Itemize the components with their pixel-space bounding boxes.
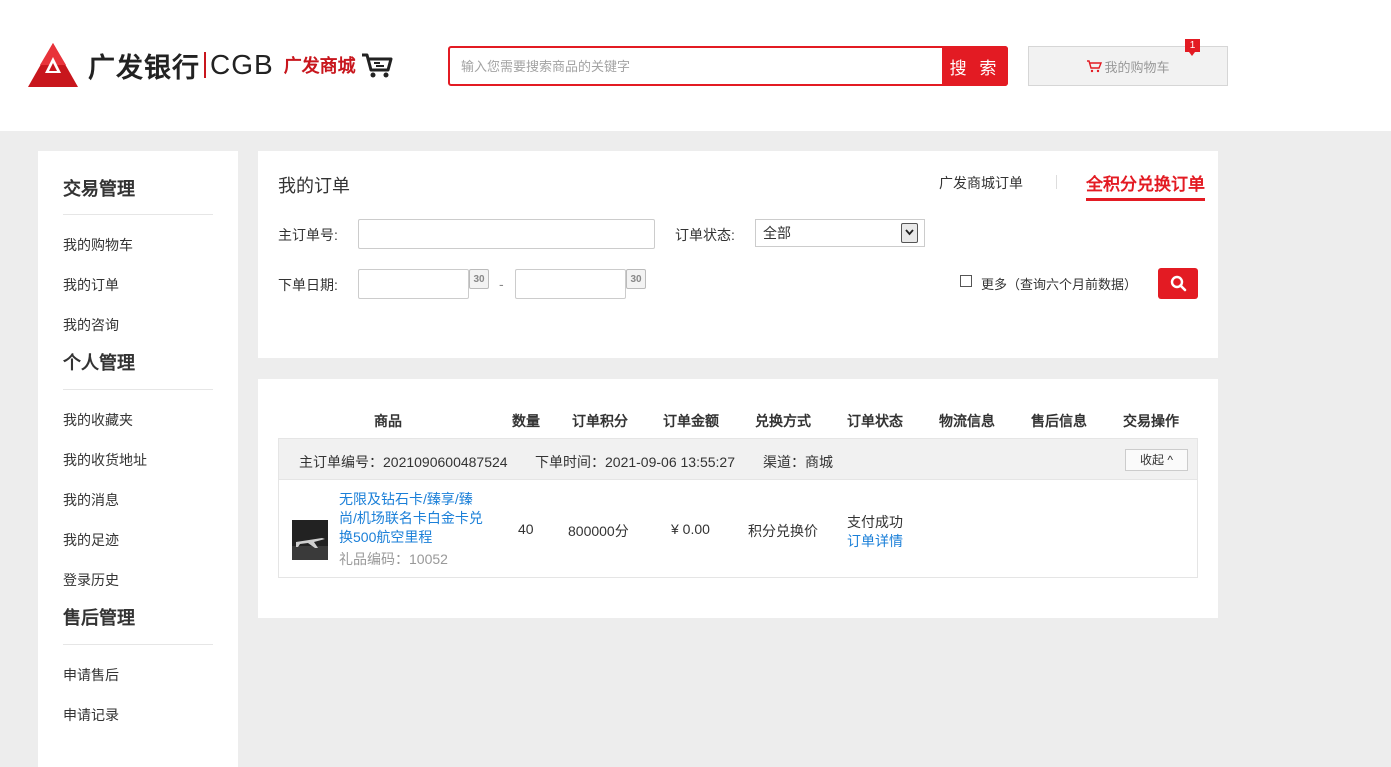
order-list-panel: 商品 数量 订单积分 订单金额 兑换方式 订单状态 物流信息 售后信息 交易操作… <box>258 379 1218 618</box>
sidebar-item-apply-records[interactable]: 申请记录 <box>63 695 213 735</box>
order-item-row: 无限及钻石卡/臻享/臻尚/机场联名卡白金卡兑换500航空里程 礼品编码：1005… <box>278 480 1198 578</box>
sidebar-item-cart[interactable]: 我的购物车 <box>63 225 213 265</box>
sidebar-group-title: 交易管理 <box>63 151 213 215</box>
cart-icon <box>1087 60 1103 73</box>
col-header-points: 订单积分 <box>572 413 628 429</box>
col-header-amount: 订单金额 <box>663 413 719 429</box>
date-end-input[interactable] <box>515 269 626 299</box>
more-data-label: 更多（查询六个月前数据） <box>981 277 1138 292</box>
search-input[interactable] <box>450 48 942 84</box>
search-icon <box>1170 275 1186 292</box>
sidebar-item-orders[interactable]: 我的订单 <box>63 265 213 305</box>
col-header-method: 兑换方式 <box>755 413 811 429</box>
calendar-icon[interactable]: 30 <box>626 269 646 289</box>
col-header-product: 商品 <box>374 413 402 429</box>
col-header-aftersale: 售后信息 <box>1031 413 1087 429</box>
order-header-row: 主订单编号：2021090600487524 下单时间：2021-09-06 1… <box>278 438 1198 480</box>
order-no-input[interactable] <box>358 219 655 249</box>
tab-divider <box>1056 175 1057 189</box>
page-title: 我的订单 <box>278 176 350 196</box>
product-thumbnail[interactable] <box>292 520 328 560</box>
sidebar-item-footprint[interactable]: 我的足迹 <box>63 520 213 560</box>
col-header-logistics: 物流信息 <box>939 413 995 429</box>
sidebar: 交易管理 我的购物车 我的订单 我的咨询 个人管理 我的收藏夹 我的收货地址 我… <box>38 151 238 767</box>
order-date-label: 下单日期: <box>278 277 338 293</box>
logo-mall-name: 广发商城 <box>283 56 356 76</box>
order-number: 主订单编号：2021090600487524 <box>299 454 508 470</box>
sidebar-group-aftersale: 售后管理 申请售后 申请记录 <box>63 600 213 735</box>
col-header-actions: 交易操作 <box>1123 413 1179 429</box>
sidebar-item-messages[interactable]: 我的消息 <box>63 480 213 520</box>
order-status-select[interactable]: 全部 <box>755 219 925 247</box>
cart-count-badge: 1 <box>1185 39 1200 56</box>
logo-bank-name: 广发银行 <box>88 52 200 83</box>
sidebar-group-title: 售后管理 <box>63 600 213 645</box>
tab-points-orders[interactable]: 全积分兑换订单 <box>1086 170 1205 201</box>
product-name-link[interactable]: 无限及钻石卡/臻享/臻尚/机场联名卡白金卡兑换500航空里程 <box>339 490 487 547</box>
sidebar-group-trade: 交易管理 我的购物车 我的订单 我的咨询 <box>63 151 213 345</box>
more-data-checkbox[interactable] <box>960 275 972 287</box>
cgb-logo-icon <box>28 43 78 87</box>
item-points: 800000分 <box>568 523 629 539</box>
sidebar-item-apply-aftersale[interactable]: 申请售后 <box>63 655 213 695</box>
chevron-down-icon <box>901 223 918 243</box>
mall-cart-icon <box>361 53 393 78</box>
order-detail-link[interactable]: 订单详情 <box>847 531 903 551</box>
order-status-value: 全部 <box>763 225 791 241</box>
site-header: 广发银行 CGB 广发商城 搜 索 我的购物车 1 <box>0 0 1391 131</box>
sidebar-item-favorites[interactable]: 我的收藏夹 <box>63 400 213 440</box>
item-status: 支付成功 <box>847 514 903 530</box>
order-channel: 渠道：商城 <box>763 454 833 470</box>
sidebar-item-login-history[interactable]: 登录历史 <box>63 560 213 600</box>
date-range-dash: - <box>499 276 504 292</box>
item-amount: ¥ 0.00 <box>671 521 710 537</box>
order-status-label: 订单状态: <box>675 227 735 243</box>
item-quantity: 40 <box>518 521 534 537</box>
tab-mall-orders[interactable]: 广发商城订单 <box>939 173 1023 193</box>
calendar-icon[interactable]: 30 <box>469 269 489 289</box>
col-header-quantity: 数量 <box>512 413 540 429</box>
gift-code: 礼品编码：10052 <box>339 551 448 567</box>
item-exchange-method: 积分兑换价 <box>748 523 818 539</box>
logo-cgb-text: CGB <box>210 49 274 80</box>
cart-label: 我的购物车 <box>1104 59 1170 75</box>
cgb-logo[interactable]: 广发银行 CGB 广发商城 <box>28 42 394 88</box>
order-no-label: 主订单号: <box>278 227 338 243</box>
sidebar-group-personal: 个人管理 我的收藏夹 我的收货地址 我的消息 我的足迹 登录历史 <box>63 345 213 600</box>
col-header-status: 订单状态 <box>847 413 903 429</box>
search-bar: 搜 索 <box>448 46 1008 86</box>
query-button[interactable] <box>1158 268 1198 299</box>
collapse-button[interactable]: 收起 ^ <box>1125 449 1188 471</box>
my-cart-button[interactable]: 我的购物车 <box>1028 46 1228 86</box>
date-start-input[interactable] <box>358 269 469 299</box>
sidebar-group-title: 个人管理 <box>63 345 213 390</box>
airplane-image <box>292 520 328 560</box>
sidebar-item-consult[interactable]: 我的咨询 <box>63 305 213 345</box>
sidebar-item-address[interactable]: 我的收货地址 <box>63 440 213 480</box>
order-time: 下单时间：2021-09-06 13:55:27 <box>535 454 735 470</box>
logo-divider <box>204 52 206 78</box>
order-filter-panel: 我的订单 广发商城订单 全积分兑换订单 主订单号: 订单状态: 全部 下单日期:… <box>258 151 1218 358</box>
search-button[interactable]: 搜 索 <box>942 46 1008 86</box>
